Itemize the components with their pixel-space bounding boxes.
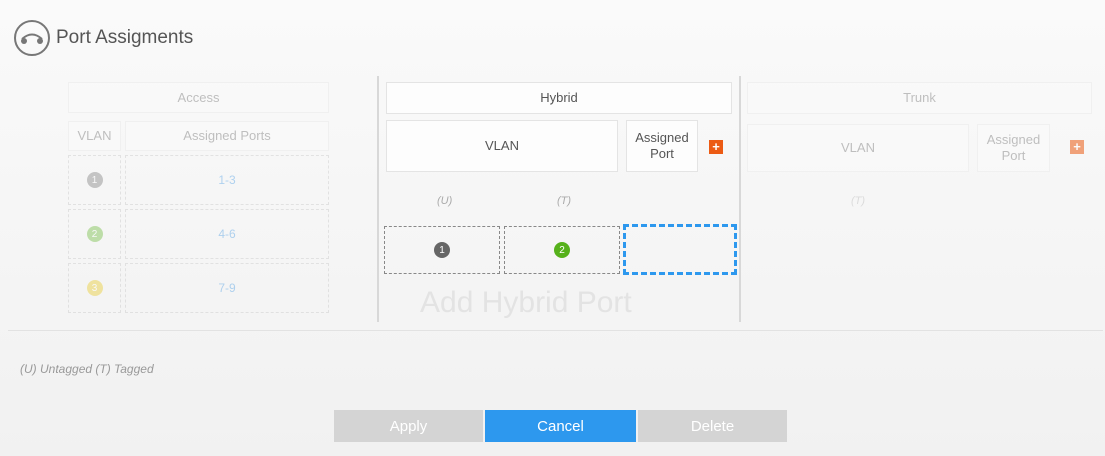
- assigned-ports[interactable]: 1-3: [218, 173, 235, 187]
- add-hybrid-port-button[interactable]: +: [709, 140, 723, 154]
- add-trunk-port-button[interactable]: +: [1070, 140, 1084, 154]
- add-hybrid-port-placeholder: Add Hybrid Port: [420, 286, 632, 319]
- hybrid-left-border: [377, 76, 379, 322]
- vlan-badge: 2: [554, 242, 570, 258]
- access-header: Access: [68, 82, 329, 113]
- apply-button[interactable]: Apply: [334, 410, 483, 442]
- access-col-vlan: VLAN: [68, 121, 121, 151]
- vlan-badge: 1: [434, 242, 450, 258]
- access-col-ports: Assigned Ports: [125, 121, 329, 151]
- hybrid-tagged-vlan-cell[interactable]: 2: [504, 226, 620, 274]
- access-vlan-cell[interactable]: 2: [68, 209, 121, 259]
- trunk-tagged-label: (T): [851, 195, 866, 207]
- vlan-badge: 3: [86, 280, 103, 296]
- assigned-ports[interactable]: 4-6: [218, 227, 235, 241]
- vlan-badge: 1: [86, 172, 103, 188]
- hybrid-right-border: [739, 76, 741, 322]
- hybrid-col-vlan: VLAN: [386, 120, 618, 172]
- access-ports-cell[interactable]: 1-3: [125, 155, 329, 205]
- trunk-header: Trunk: [747, 82, 1092, 114]
- hybrid-header: Hybrid: [386, 82, 732, 114]
- access-vlan-cell[interactable]: 1: [68, 155, 121, 205]
- hybrid-port-drop-zone[interactable]: [623, 224, 737, 275]
- title-bar: Port Assigments: [14, 20, 193, 56]
- network-port-icon: [14, 20, 50, 56]
- untagged-label: (U): [437, 195, 453, 207]
- divider: [8, 330, 1103, 331]
- hybrid-untagged-vlan-cell[interactable]: 1: [384, 226, 500, 274]
- tagged-label: (T): [557, 195, 572, 207]
- hybrid-col-port: Assigned Port: [626, 120, 698, 172]
- legend: (U) Untagged (T) Tagged: [20, 362, 154, 376]
- access-ports-cell[interactable]: 7-9: [125, 263, 329, 313]
- trunk-col-vlan: VLAN: [747, 124, 969, 172]
- cancel-button[interactable]: Cancel: [485, 410, 636, 442]
- delete-button[interactable]: Delete: [638, 410, 787, 442]
- access-ports-cell[interactable]: 4-6: [125, 209, 329, 259]
- page-title: Port Assigments: [56, 27, 194, 48]
- trunk-col-port: Assigned Port: [977, 124, 1050, 172]
- assigned-ports[interactable]: 7-9: [218, 281, 235, 295]
- vlan-badge: 2: [86, 226, 103, 242]
- access-vlan-cell[interactable]: 3: [68, 263, 121, 313]
